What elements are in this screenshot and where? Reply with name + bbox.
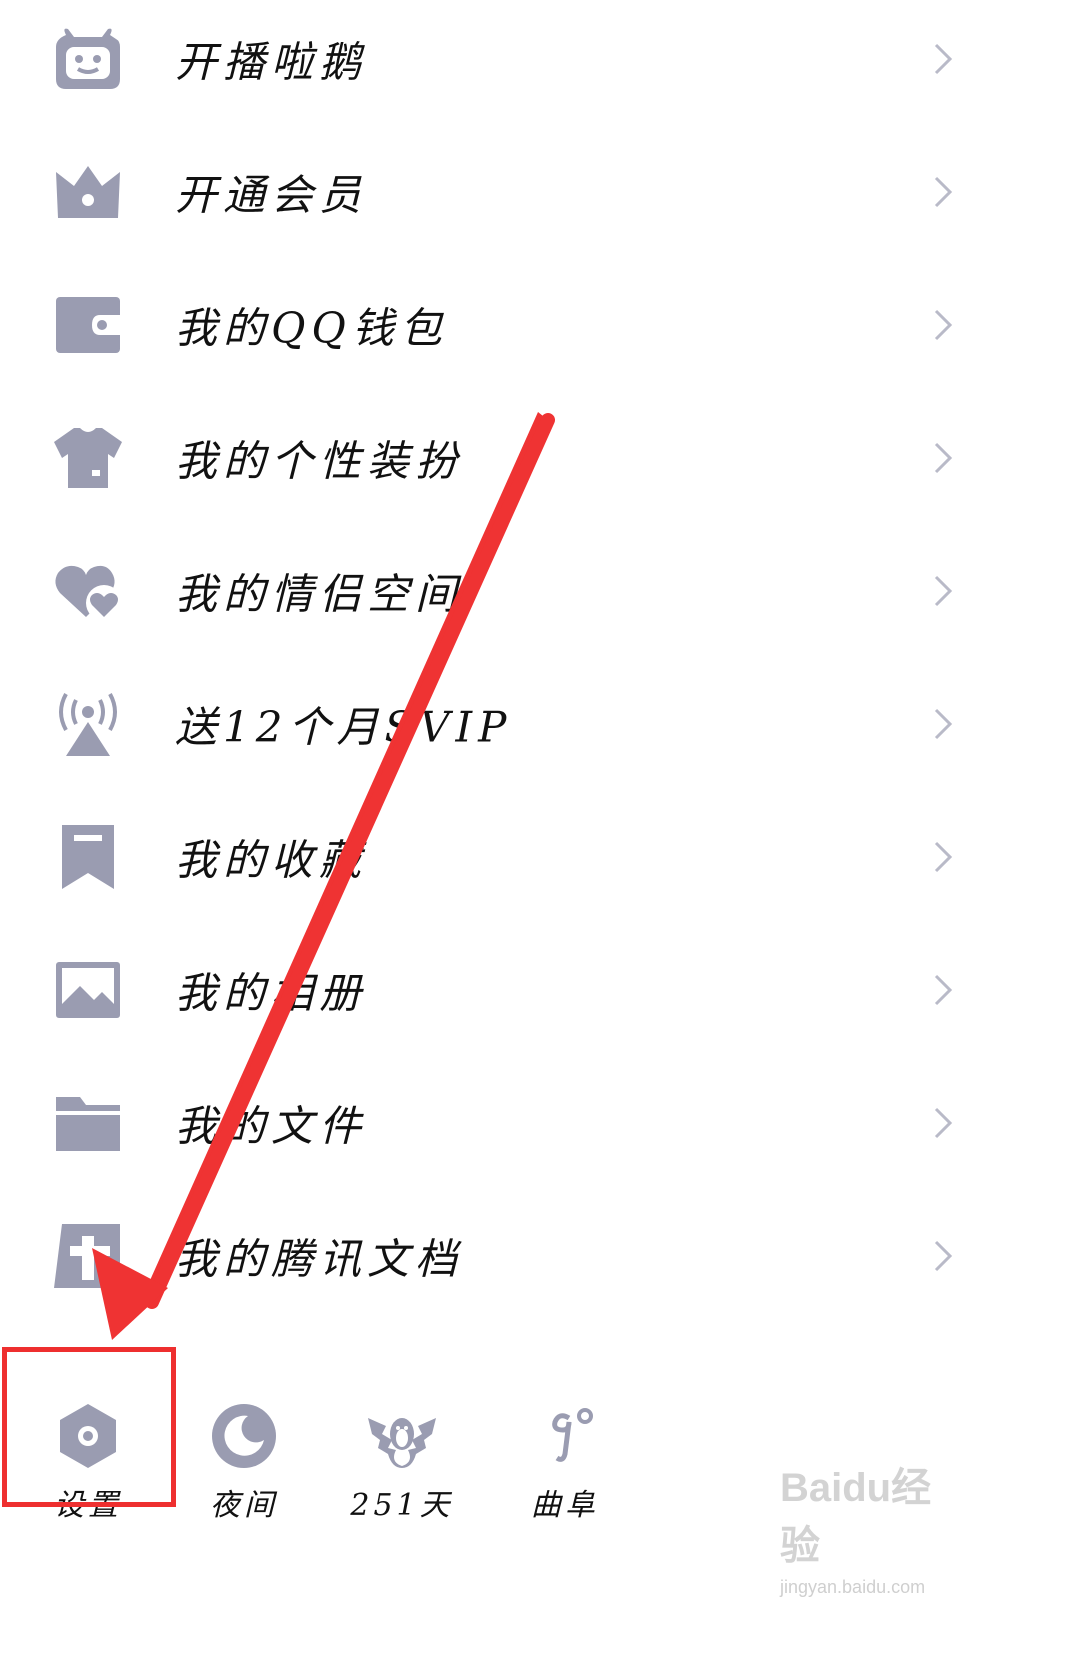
menu-item-couple-space[interactable]: 我的情侣空间 <box>0 524 1071 657</box>
watermark-brand: Baidu经验 <box>780 1466 932 1568</box>
image-icon <box>52 954 124 1026</box>
baidu-jingyan-watermark: Baidu经验 jingyan.baidu.com <box>780 1455 970 1597</box>
menu-item-label: 我的收藏 <box>175 835 368 884</box>
menu-item-label: 我的相册 <box>175 968 368 1017</box>
menu-item-vip[interactable]: 开通会员 <box>0 125 1071 258</box>
weather-icon <box>529 1400 601 1472</box>
chevron-right-icon <box>932 973 954 1007</box>
menu-item-wallet[interactable]: 我的QQ钱包 <box>0 258 1071 391</box>
winged-penguin-icon <box>366 1400 438 1472</box>
menu-item-label: 开播啦鹅 <box>175 37 368 86</box>
hearts-icon <box>52 555 124 627</box>
days-counter-label: 251天 <box>350 1488 454 1523</box>
menu-item-label: 我的情侣空间 <box>175 569 464 618</box>
chevron-right-icon <box>932 42 954 76</box>
chevron-right-icon <box>932 574 954 608</box>
watermark-url: jingyan.baidu.com <box>780 1577 926 1597</box>
menu-item-tencent-docs[interactable]: 我的腾讯文档 <box>0 1189 1071 1322</box>
menu-item-files[interactable]: 我的文件 <box>0 1056 1071 1189</box>
days-counter-button[interactable]: 251天 <box>342 1380 462 1580</box>
chevron-right-icon <box>932 707 954 741</box>
menu-item-label: 我的个性装扮 <box>175 436 464 485</box>
chevron-right-icon <box>932 308 954 342</box>
folder-icon <box>52 1087 124 1159</box>
chevron-right-icon <box>932 1106 954 1140</box>
menu-item-label: 我的腾讯文档 <box>175 1234 464 1283</box>
menu-item-label: 我的文件 <box>175 1101 368 1150</box>
menu-item-label: 我的QQ钱包 <box>175 303 448 352</box>
menu-item-label: 开通会员 <box>175 170 368 219</box>
chevron-right-icon <box>932 840 954 874</box>
tencent-docs-icon <box>52 1220 124 1292</box>
weather-label: 曲阜 <box>531 1488 599 1523</box>
menu-item-album[interactable]: 我的相册 <box>0 923 1071 1056</box>
crown-icon <box>52 156 124 228</box>
menu-item-label: 送12个月SVIP <box>175 702 513 751</box>
weather-button[interactable]: 曲阜 <box>505 1380 625 1580</box>
tv-robot-icon <box>52 23 124 95</box>
chevron-right-icon <box>932 441 954 475</box>
wallet-icon <box>52 289 124 361</box>
broadcast-tower-icon <box>52 688 124 760</box>
night-mode-label: 夜间 <box>210 1488 278 1523</box>
menu-item-dress-up[interactable]: 我的个性装扮 <box>0 391 1071 524</box>
chevron-right-icon <box>932 1239 954 1273</box>
settings-highlight-box <box>2 1347 176 1507</box>
menu-item-live[interactable]: 开播啦鹅 <box>0 0 1071 125</box>
menu-item-favorites[interactable]: 我的收藏 <box>0 790 1071 923</box>
bookmark-icon <box>52 821 124 893</box>
menu-item-svip-gift[interactable]: 送12个月SVIP <box>0 657 1071 790</box>
night-mode-button[interactable]: 夜间 <box>184 1380 304 1580</box>
moon-icon <box>208 1400 280 1472</box>
tshirt-icon <box>52 422 124 494</box>
chevron-right-icon <box>932 175 954 209</box>
